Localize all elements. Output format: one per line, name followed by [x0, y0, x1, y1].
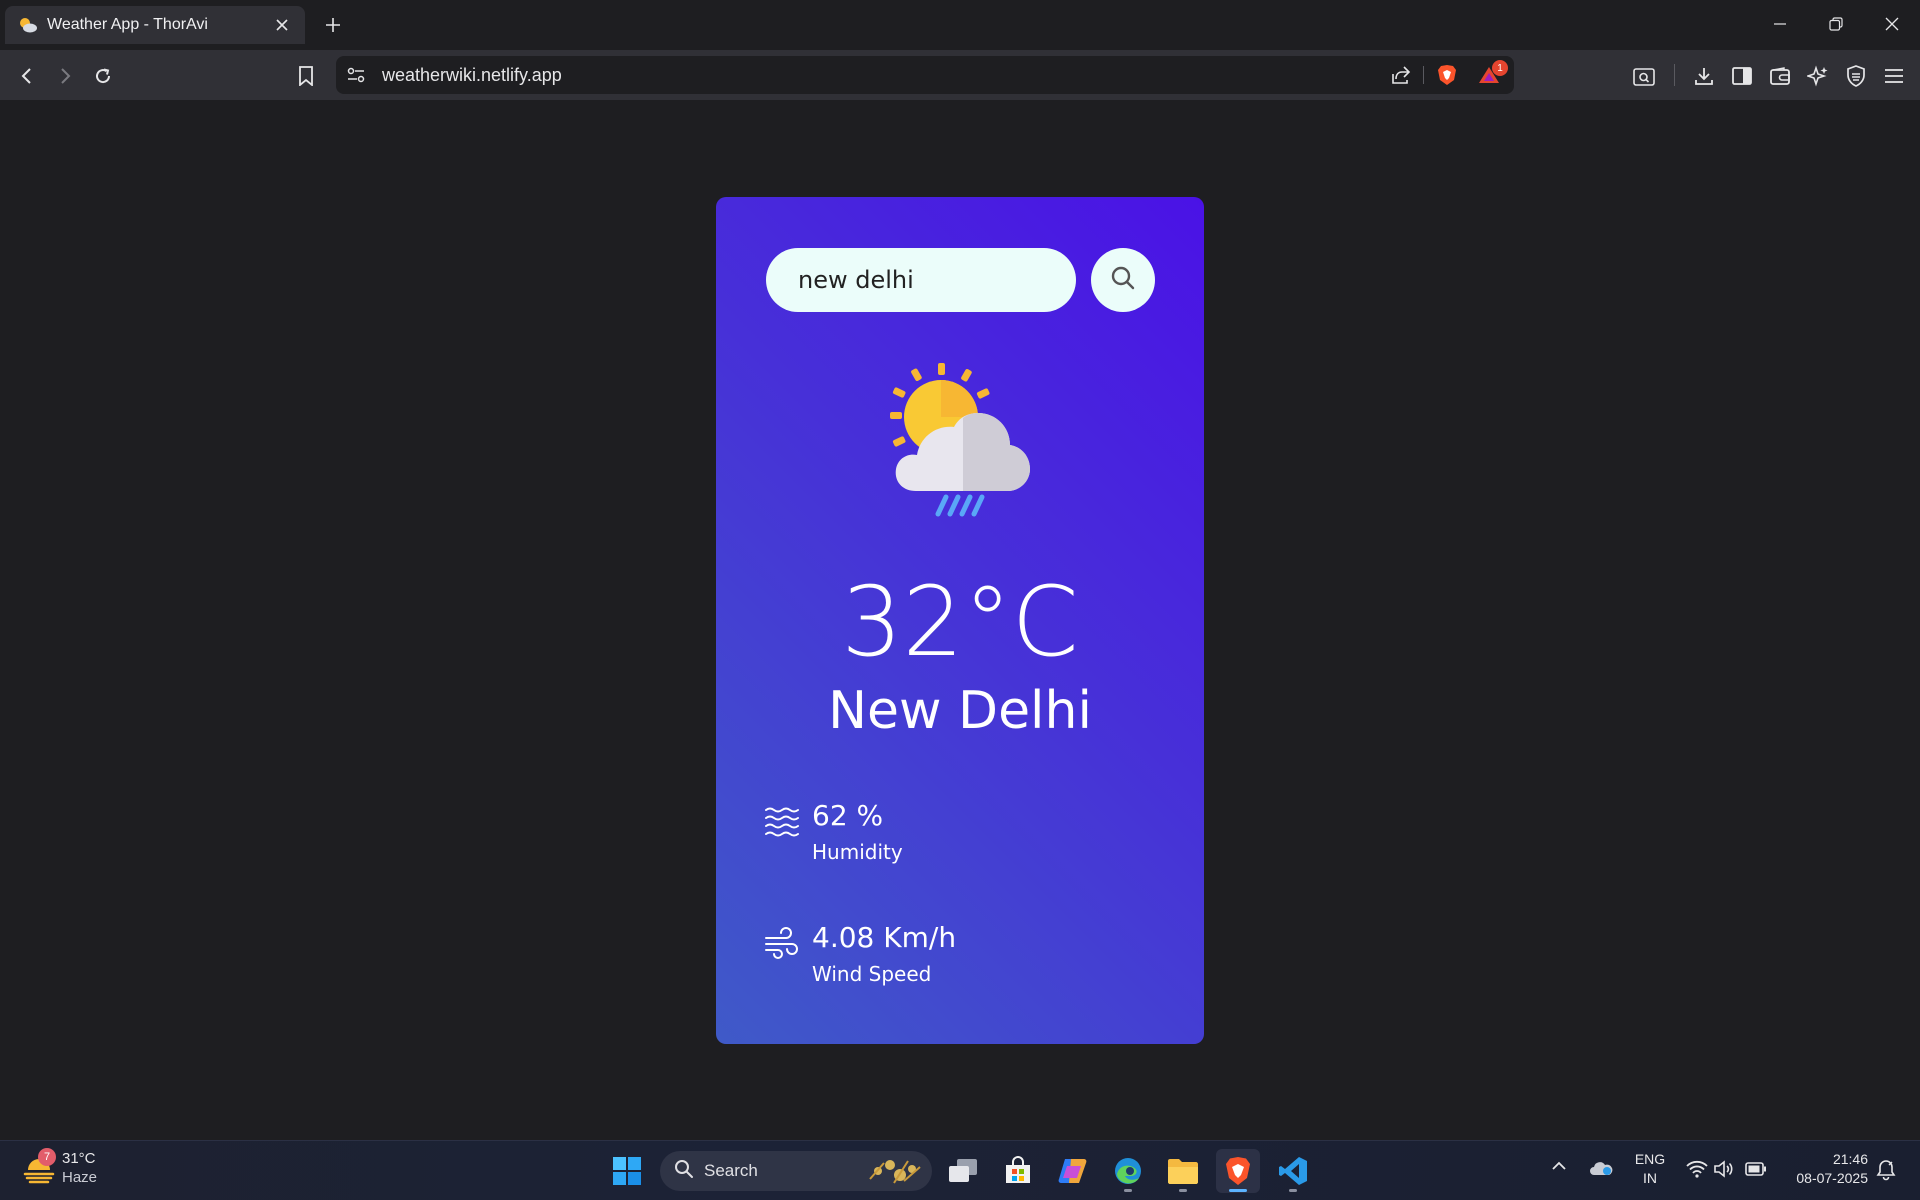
leo-ai-icon[interactable]: [1803, 61, 1833, 91]
reload-icon[interactable]: [88, 61, 118, 91]
clock[interactable]: 21:46 08-07-2025: [1784, 1150, 1868, 1188]
forward-icon[interactable]: [50, 61, 80, 91]
task-view-button[interactable]: [941, 1149, 985, 1193]
wind-block: 4.08 Km/h Wind Speed: [764, 920, 956, 992]
tab-close-icon[interactable]: [271, 14, 293, 36]
bookmark-icon[interactable]: [291, 61, 321, 91]
address-bar-separator: [1423, 66, 1424, 84]
taskbar-temperature: 31°C: [62, 1150, 96, 1167]
battery-icon[interactable]: [1745, 1162, 1767, 1176]
file-explorer-button[interactable]: [1161, 1149, 1205, 1193]
minimize-button[interactable]: [1752, 0, 1808, 48]
taskbar-search-icon: [674, 1159, 694, 1184]
volume-icon[interactable]: [1714, 1160, 1734, 1178]
windows-logo-icon: [613, 1157, 641, 1185]
search-icon: [1110, 265, 1136, 296]
clock-time: 21:46: [1832, 1151, 1868, 1167]
tab-title: Weather App - ThorAvi: [47, 16, 208, 33]
onedrive-icon[interactable]: [1589, 1159, 1613, 1177]
taskbar-search-box[interactable]: Search: [660, 1151, 932, 1191]
brave-rewards-icon[interactable]: 1: [1477, 60, 1508, 87]
vpn-shield-icon[interactable]: [1841, 61, 1871, 91]
brave-browser-button[interactable]: [1216, 1149, 1260, 1193]
taskbar: 7 31°C Haze Search ENG IN 21:46 08-07-20…: [0, 1140, 1920, 1200]
sidebar-icon[interactable]: [1727, 61, 1757, 91]
brave-shields-icon[interactable]: [1435, 63, 1459, 87]
url-text[interactable]: weatherwiki.netlify.app: [382, 65, 562, 86]
city-search-input[interactable]: [766, 248, 1076, 312]
new-tab-button[interactable]: [320, 12, 346, 38]
edge-running-indicator: [1124, 1189, 1132, 1192]
folder-icon: [1168, 1159, 1198, 1184]
weather-alert-badge: 7: [38, 1148, 56, 1166]
wind-speed-value: 4.08 Km/h: [812, 921, 957, 954]
language-indicator[interactable]: ENG IN: [1628, 1150, 1672, 1188]
search-highlight-icon: [864, 1155, 926, 1192]
restore-button[interactable]: [1808, 0, 1864, 48]
vscode-icon: [1279, 1157, 1307, 1185]
start-button[interactable]: [605, 1149, 649, 1193]
vscode-running-indicator: [1289, 1189, 1297, 1192]
share-icon[interactable]: [1389, 63, 1413, 87]
taskbar-weather-condition: Haze: [62, 1169, 98, 1186]
wind-speed-label: Wind Speed: [812, 962, 932, 986]
wifi-icon[interactable]: [1686, 1160, 1708, 1178]
downloads-icon[interactable]: [1689, 61, 1719, 91]
clock-date: 08-07-2025: [1796, 1170, 1868, 1186]
city-name: New Delhi: [828, 681, 1092, 741]
site-settings-icon[interactable]: [344, 63, 368, 87]
haze-icon: 7: [22, 1148, 56, 1186]
humidity-value: 62 %: [812, 799, 884, 832]
sun-cloud-rain-icon: [884, 357, 1036, 517]
notifications-bell-icon[interactable]: [1876, 1159, 1896, 1181]
search-button[interactable]: [1091, 248, 1155, 312]
brave-active-indicator: [1229, 1189, 1247, 1192]
browser-tab[interactable]: Weather App - ThorAvi: [5, 6, 305, 44]
copilot-button[interactable]: [1051, 1149, 1095, 1193]
close-window-button[interactable]: [1864, 0, 1920, 48]
show-hidden-icons-chevron-icon[interactable]: [1551, 1161, 1567, 1171]
taskbar-search-label: Search: [704, 1161, 758, 1180]
toolbar-separator: [1674, 64, 1675, 86]
explorer-running-indicator: [1179, 1189, 1187, 1192]
humidity-label: Humidity: [812, 840, 903, 864]
humidity-block: 62 % Humidity: [764, 798, 903, 870]
browser-title-bar: Weather App - ThorAvi: [0, 0, 1920, 50]
wind-icon: [764, 926, 800, 962]
rewards-badge: 1: [1492, 60, 1508, 76]
region-code: IN: [1643, 1170, 1657, 1186]
edge-icon: [1115, 1158, 1141, 1184]
humidity-waves-icon: [764, 804, 800, 840]
taskbar-weather-widget[interactable]: 7 31°C Haze: [22, 1148, 98, 1187]
back-icon[interactable]: [12, 61, 42, 91]
vscode-button[interactable]: [1271, 1149, 1315, 1193]
screenshot-search-icon[interactable]: [1629, 61, 1659, 91]
menu-icon[interactable]: [1879, 61, 1909, 91]
microsoft-store-button[interactable]: [996, 1149, 1040, 1193]
wallet-icon[interactable]: [1765, 61, 1795, 91]
weather-card: 32°C New Delhi 62 % Humidity: [716, 197, 1204, 1044]
store-icon: [1006, 1156, 1030, 1183]
weather-favicon-icon: [17, 14, 39, 36]
language-code: ENG: [1634, 1151, 1666, 1167]
edge-browser-button[interactable]: [1106, 1149, 1150, 1193]
task-view-icon: [949, 1159, 977, 1182]
temperature-value: 32°C: [841, 566, 1079, 678]
copilot-icon: [1058, 1159, 1087, 1183]
address-bar[interactable]: weatherwiki.netlify.app 1: [336, 56, 1514, 94]
brave-icon: [1226, 1157, 1250, 1185]
